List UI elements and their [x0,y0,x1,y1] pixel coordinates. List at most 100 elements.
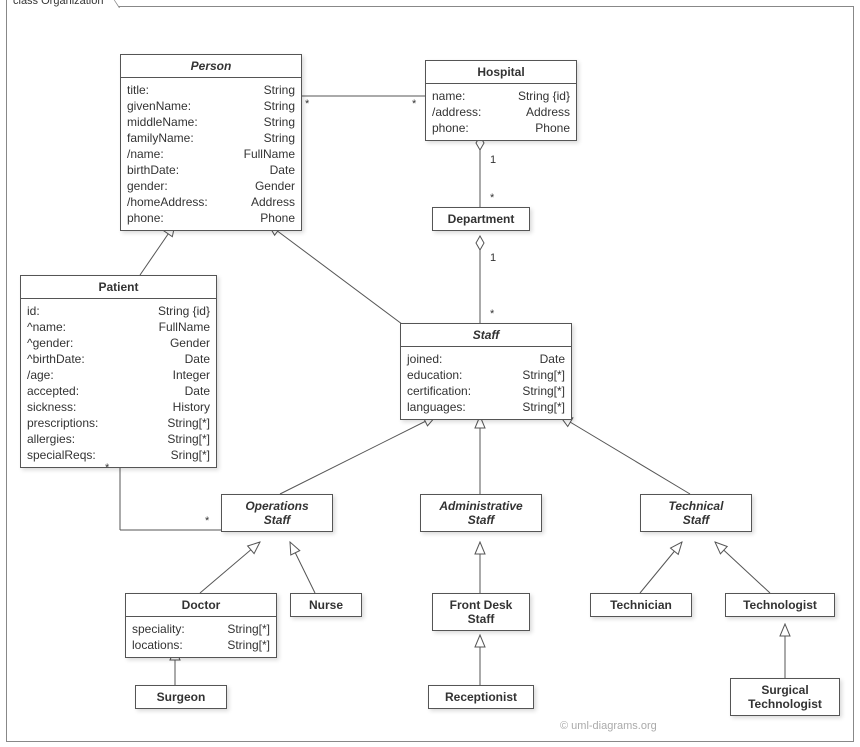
mult-person-right: * [412,98,416,110]
attr-row: gender: Gender [127,178,295,194]
attr-row: familyName: String [127,130,295,146]
class-technical-staff: Technical Staff [640,494,752,532]
attr-row: speciality:String[*] [132,621,270,637]
class-title: Receptionist [429,686,533,708]
attr-type: String[*] [167,431,210,447]
attr-row: certification:String[*] [407,383,565,399]
class-surgeon: Surgeon [135,685,227,709]
attr-type: Date [540,351,565,367]
class-staff: Staff joined:Dateeducation:String[*]cert… [400,323,572,420]
mult-patient-ops-left: * [105,462,109,474]
frame-label: class Organization [6,0,111,8]
attr-type: String[*] [167,415,210,431]
class-title: Department [433,208,529,230]
attr-type: String [264,98,295,114]
attr-type: String[*] [522,367,565,383]
attr-type: String [264,130,295,146]
attr-row: phone: Phone [432,120,570,136]
attr-type: Phone [260,210,295,226]
class-title: Technical Staff [641,495,751,531]
class-title: Doctor [126,594,276,617]
attr-type: String [264,82,295,98]
attr-row: allergies: String[*] [27,431,210,447]
attr-name: education: [407,367,462,383]
attr-name: accepted: [27,383,79,399]
attr-type: Address [251,194,295,210]
attr-row: /address:Address [432,104,570,120]
class-department: Department [432,207,530,231]
attr-name: id: [27,303,40,319]
attr-row: ^gender: Gender [27,335,210,351]
class-title: Nurse [291,594,361,616]
attr-row: specialReqs: Sring[*] [27,447,210,463]
attr-type: String {id} [158,303,210,319]
attr-row: middleName: String [127,114,295,130]
attr-name: familyName: [127,130,194,146]
attr-name: /homeAddress: [127,194,208,210]
class-front-desk-staff: Front Desk Staff [432,593,530,631]
attr-row: /name: FullName [127,146,295,162]
class-title: Front Desk Staff [433,594,529,630]
attr-row: ^birthDate:Date [27,351,210,367]
attr-type: Sring[*] [171,447,210,463]
attr-name: specialReqs: [27,447,96,463]
class-surgical-technologist: Surgical Technologist [730,678,840,716]
class-title: Hospital [426,61,576,84]
class-person: Person title:StringgivenName:Stringmiddl… [120,54,302,231]
class-title: Person [121,55,301,78]
attr-name: ^birthDate: [27,351,85,367]
attr-name: ^gender: [27,335,73,351]
class-technician: Technician [590,593,692,617]
attr-name: certification: [407,383,471,399]
attr-row: /homeAddress: Address [127,194,295,210]
attr-name: givenName: [127,98,191,114]
class-technologist: Technologist [725,593,835,617]
class-doctor: Doctor speciality:String[*]locations:Str… [125,593,277,658]
attr-name: joined: [407,351,442,367]
attr-type: String {id} [518,88,570,104]
attr-name: gender: [127,178,168,194]
attrs: joined:Dateeducation:String[*]certificat… [401,347,571,419]
class-title: Staff [401,324,571,347]
attr-row: prescriptions:String[*] [27,415,210,431]
attr-row: languages: String[*] [407,399,565,415]
class-title: Patient [21,276,216,299]
mult-patient-ops-right: * [205,515,209,527]
class-receptionist: Receptionist [428,685,534,709]
attr-row: givenName: String [127,98,295,114]
attr-name: locations: [132,637,183,653]
attrs: name:String {id}/address:Addressphone: Ph… [426,84,576,140]
attr-row: locations:String[*] [132,637,270,653]
attr-row: phone:Phone [127,210,295,226]
attr-type: String [264,114,295,130]
class-operations-staff: Operations Staff [221,494,333,532]
class-title: Operations Staff [222,495,332,531]
attr-row: accepted:Date [27,383,210,399]
attrs: id: String {id} ^name: FullName ^gender: Gend… [21,299,216,467]
attr-row: name:String {id} [432,88,570,104]
class-title: Surgeon [136,686,226,708]
class-title: Administrative Staff [421,495,541,531]
attr-name: phone: [432,120,469,136]
attr-name: languages: [407,399,466,415]
class-patient: Patient id:String {id}^name:FullName^gen… [20,275,217,468]
mult-hosp-dept-1: 1 [490,154,496,166]
attrs: speciality:String[*]locations:String[*] [126,617,276,657]
class-title: Surgical Technologist [731,679,839,715]
attr-name: /name: [127,146,164,162]
class-title: Technologist [726,594,834,616]
attr-type: FullName [159,319,210,335]
attr-name: /age: [27,367,54,383]
mult-dept-staff-star: * [490,308,494,320]
attr-type: Gender [255,178,295,194]
attr-type: Gender [170,335,210,351]
class-administrative-staff: Administrative Staff [420,494,542,532]
attr-type: String[*] [522,399,565,415]
attr-type: Integer [173,367,210,383]
attr-name: middleName: [127,114,198,130]
attr-name: allergies: [27,431,75,447]
attr-type: Phone [535,120,570,136]
class-title: Technician [591,594,691,616]
attr-type: FullName [244,146,295,162]
attr-name: ^name: [27,319,66,335]
